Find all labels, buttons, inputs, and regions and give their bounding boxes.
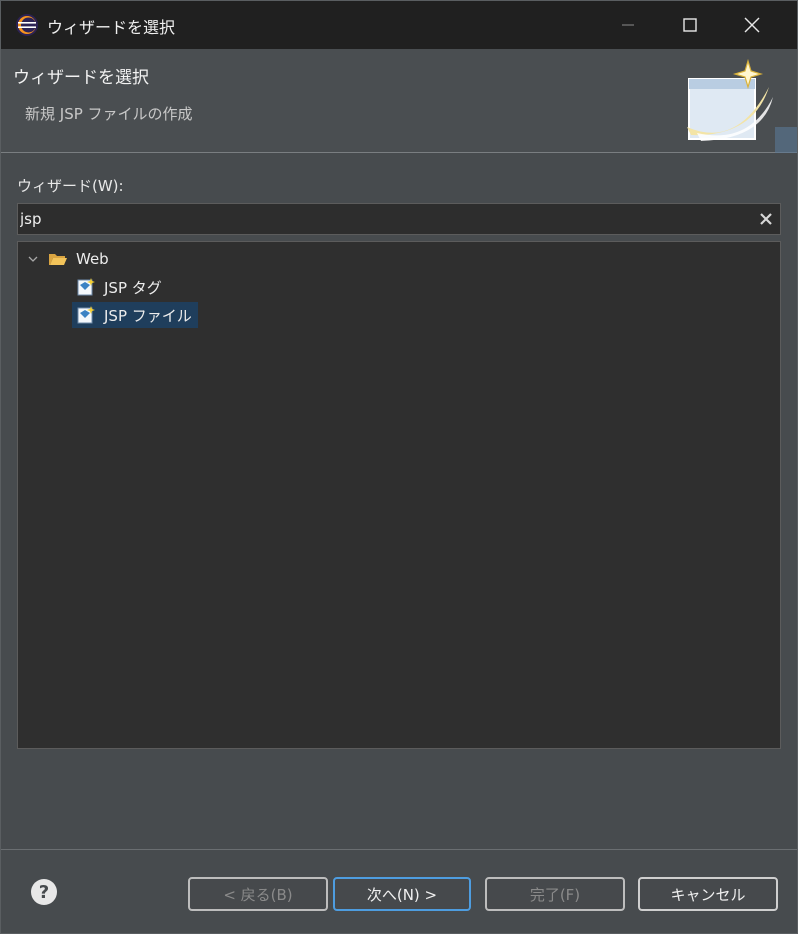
close-icon [744,17,760,33]
clear-icon [760,213,772,225]
open-folder-icon [49,254,67,265]
minimize-button[interactable] [597,1,659,49]
wizard-dialog: ウィザードを選択 ウィザードを選択 新規 JSP ファイルの作成 ウィザード(W… [0,0,798,934]
title-bar[interactable]: ウィザードを選択 [1,1,797,49]
next-button[interactable]: 次へ(N) > [333,877,471,911]
close-button[interactable] [721,1,783,49]
banner-subtitle: 新規 JSP ファイルの作成 [25,105,193,123]
filter-box [17,203,781,235]
jsp-file-icon [77,306,95,324]
footer-separator [1,849,797,850]
wizard-tree[interactable]: Web JSP タグ JSP ファイル [17,241,781,749]
help-icon[interactable]: ? [29,877,59,907]
wizard-banner: ウィザードを選択 新規 JSP ファイルの作成 [1,49,797,153]
maximize-icon [683,18,697,32]
cancel-button[interactable]: キャンセル [638,877,778,911]
maximize-button[interactable] [659,1,721,49]
tree-folder-web[interactable]: Web [24,246,109,272]
minimize-icon [622,24,634,26]
banner-title: ウィザードを選択 [13,68,149,88]
tree-folder-label: Web [76,250,109,268]
tree-item-label: JSP タグ [104,278,162,297]
eclipse-icon [16,14,38,36]
wizard-filter-input[interactable] [18,204,748,234]
tree-item-label: JSP ファイル [104,306,192,325]
tree-item-jsp-tag[interactable]: JSP タグ [76,274,162,300]
wizards-label: ウィザード(W): [17,177,124,195]
window-title: ウィザードを選択 [47,18,176,37]
new-wizard-banner-icon [687,58,797,153]
clear-filter-button[interactable] [756,209,776,229]
finish-button[interactable]: 完了(F) [485,877,625,911]
tree-item-jsp-file[interactable]: JSP ファイル [72,302,198,328]
back-button[interactable]: < 戻る(B) [188,877,328,911]
chevron-down-icon[interactable] [24,250,42,268]
svg-text:?: ? [39,882,49,903]
jsp-file-icon [77,278,95,296]
